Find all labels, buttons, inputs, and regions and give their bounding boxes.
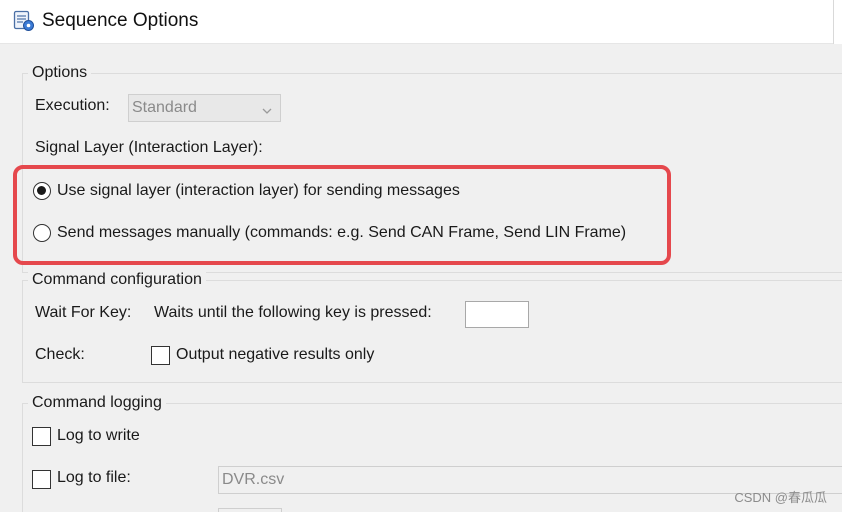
execution-select-value: Standard (132, 99, 197, 116)
title-bar-edge (833, 0, 842, 44)
wait-for-key-input[interactable] (465, 301, 529, 328)
radio-send-manually-label[interactable]: Send messages manually (commands: e.g. S… (57, 224, 626, 242)
partial-control (218, 508, 282, 512)
command-configuration-group (22, 280, 842, 383)
radio-send-manually[interactable] (33, 224, 51, 242)
log-to-file-label[interactable]: Log to file: (57, 469, 131, 487)
chevron-down-icon (262, 103, 272, 114)
log-to-file-checkbox[interactable] (32, 470, 51, 489)
command-logging-legend: Command logging (28, 394, 166, 412)
sequence-options-window: Sequence Options Options Execution: Stan… (0, 0, 842, 512)
radio-use-signal-layer[interactable] (33, 182, 51, 200)
command-configuration-legend: Command configuration (28, 271, 206, 289)
watermark-text: CSDN @春瓜瓜 (734, 490, 827, 505)
output-negative-checkbox[interactable] (151, 346, 170, 365)
radio-selected-dot (37, 186, 46, 195)
output-negative-label[interactable]: Output negative results only (176, 346, 374, 364)
radio-use-signal-layer-label[interactable]: Use signal layer (interaction layer) for… (57, 182, 460, 200)
command-logging-group (22, 403, 842, 512)
execution-select[interactable]: Standard (128, 94, 281, 122)
wait-for-key-label: Wait For Key: (35, 304, 132, 321)
wait-for-key-description: Waits until the following key is pressed… (154, 304, 432, 321)
log-to-write-label[interactable]: Log to write (57, 427, 140, 445)
execution-label: Execution: (35, 97, 110, 114)
signal-layer-label: Signal Layer (Interaction Layer): (35, 139, 263, 156)
title-bar: Sequence Options (0, 0, 842, 44)
options-legend: Options (28, 64, 92, 82)
sequence-settings-icon (13, 10, 35, 32)
check-label: Check: (35, 346, 85, 363)
window-title: Sequence Options (42, 10, 199, 31)
log-to-write-checkbox[interactable] (32, 427, 51, 446)
log-file-value: DVR.csv (222, 471, 285, 488)
